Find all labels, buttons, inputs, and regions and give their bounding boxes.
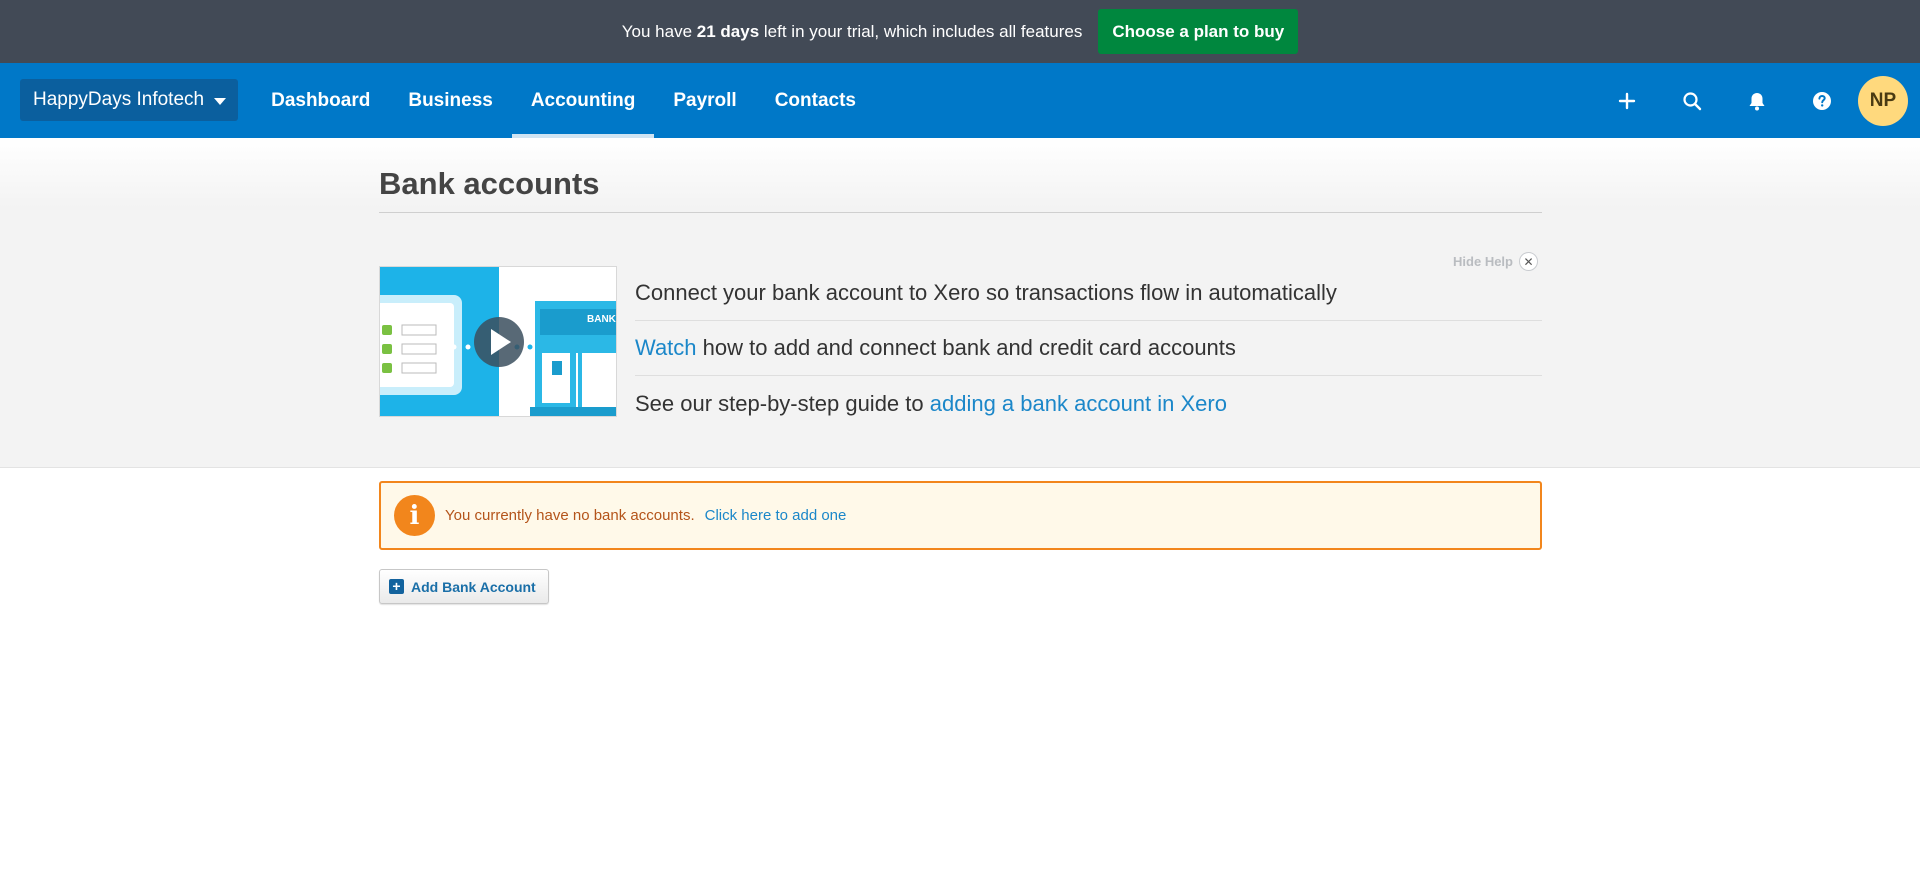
trial-banner: You have 21 days left in your trial, whi…: [0, 0, 1920, 63]
avatar[interactable]: NP: [1858, 75, 1908, 126]
caret-down-icon: [214, 97, 227, 105]
no-accounts-notice: i You currently have no bank accounts. C…: [379, 481, 1542, 550]
page-header-area: Bank accounts Hide Help ✕ BANK Connect y…: [0, 138, 1920, 468]
nav-payroll[interactable]: Payroll: [654, 63, 755, 138]
main-nav: HappyDays Infotech Dashboard Business Ac…: [0, 63, 1920, 138]
plus-icon: +: [389, 579, 404, 594]
add-one-link[interactable]: Click here to add one: [705, 507, 847, 524]
add-bank-account-button[interactable]: + Add Bank Account: [379, 569, 549, 604]
help-line-connect: Connect your bank account to Xero so tra…: [635, 266, 1542, 321]
nav-accounting[interactable]: Accounting: [511, 63, 655, 138]
org-switcher[interactable]: HappyDays Infotech: [20, 79, 239, 121]
notice-text: You currently have no bank accounts.: [445, 507, 695, 524]
nav-dashboard[interactable]: Dashboard: [252, 63, 389, 138]
help-panel: Hide Help ✕ BANK Connect your bank accou…: [379, 252, 1542, 418]
choose-plan-button[interactable]: Choose a plan to buy: [1098, 9, 1299, 54]
bell-icon[interactable]: [1724, 63, 1789, 138]
nav-business[interactable]: Business: [389, 63, 511, 138]
page-title: Bank accounts: [379, 138, 1542, 213]
nav-contacts[interactable]: Contacts: [756, 63, 875, 138]
help-line-guide: See our step-by-step guide to adding a b…: [635, 390, 1227, 417]
info-icon: i: [394, 495, 435, 536]
org-name: HappyDays Infotech: [33, 89, 205, 110]
content: i You currently have no bank accounts. C…: [379, 481, 1542, 604]
search-icon[interactable]: [1659, 63, 1724, 138]
guide-link[interactable]: adding a bank account in Xero: [930, 391, 1227, 417]
trial-message: You have 21 days left in your trial, whi…: [621, 21, 1083, 41]
trial-days: 21 days: [696, 21, 760, 41]
video-bank-label: BANK: [587, 314, 616, 325]
plus-icon[interactable]: [1594, 63, 1659, 138]
help-icon[interactable]: [1789, 63, 1854, 138]
help-video-thumbnail[interactable]: BANK: [379, 266, 617, 417]
watch-link[interactable]: Watch: [635, 335, 697, 361]
help-line-watch: Watch how to add and connect bank and cr…: [635, 321, 1542, 376]
